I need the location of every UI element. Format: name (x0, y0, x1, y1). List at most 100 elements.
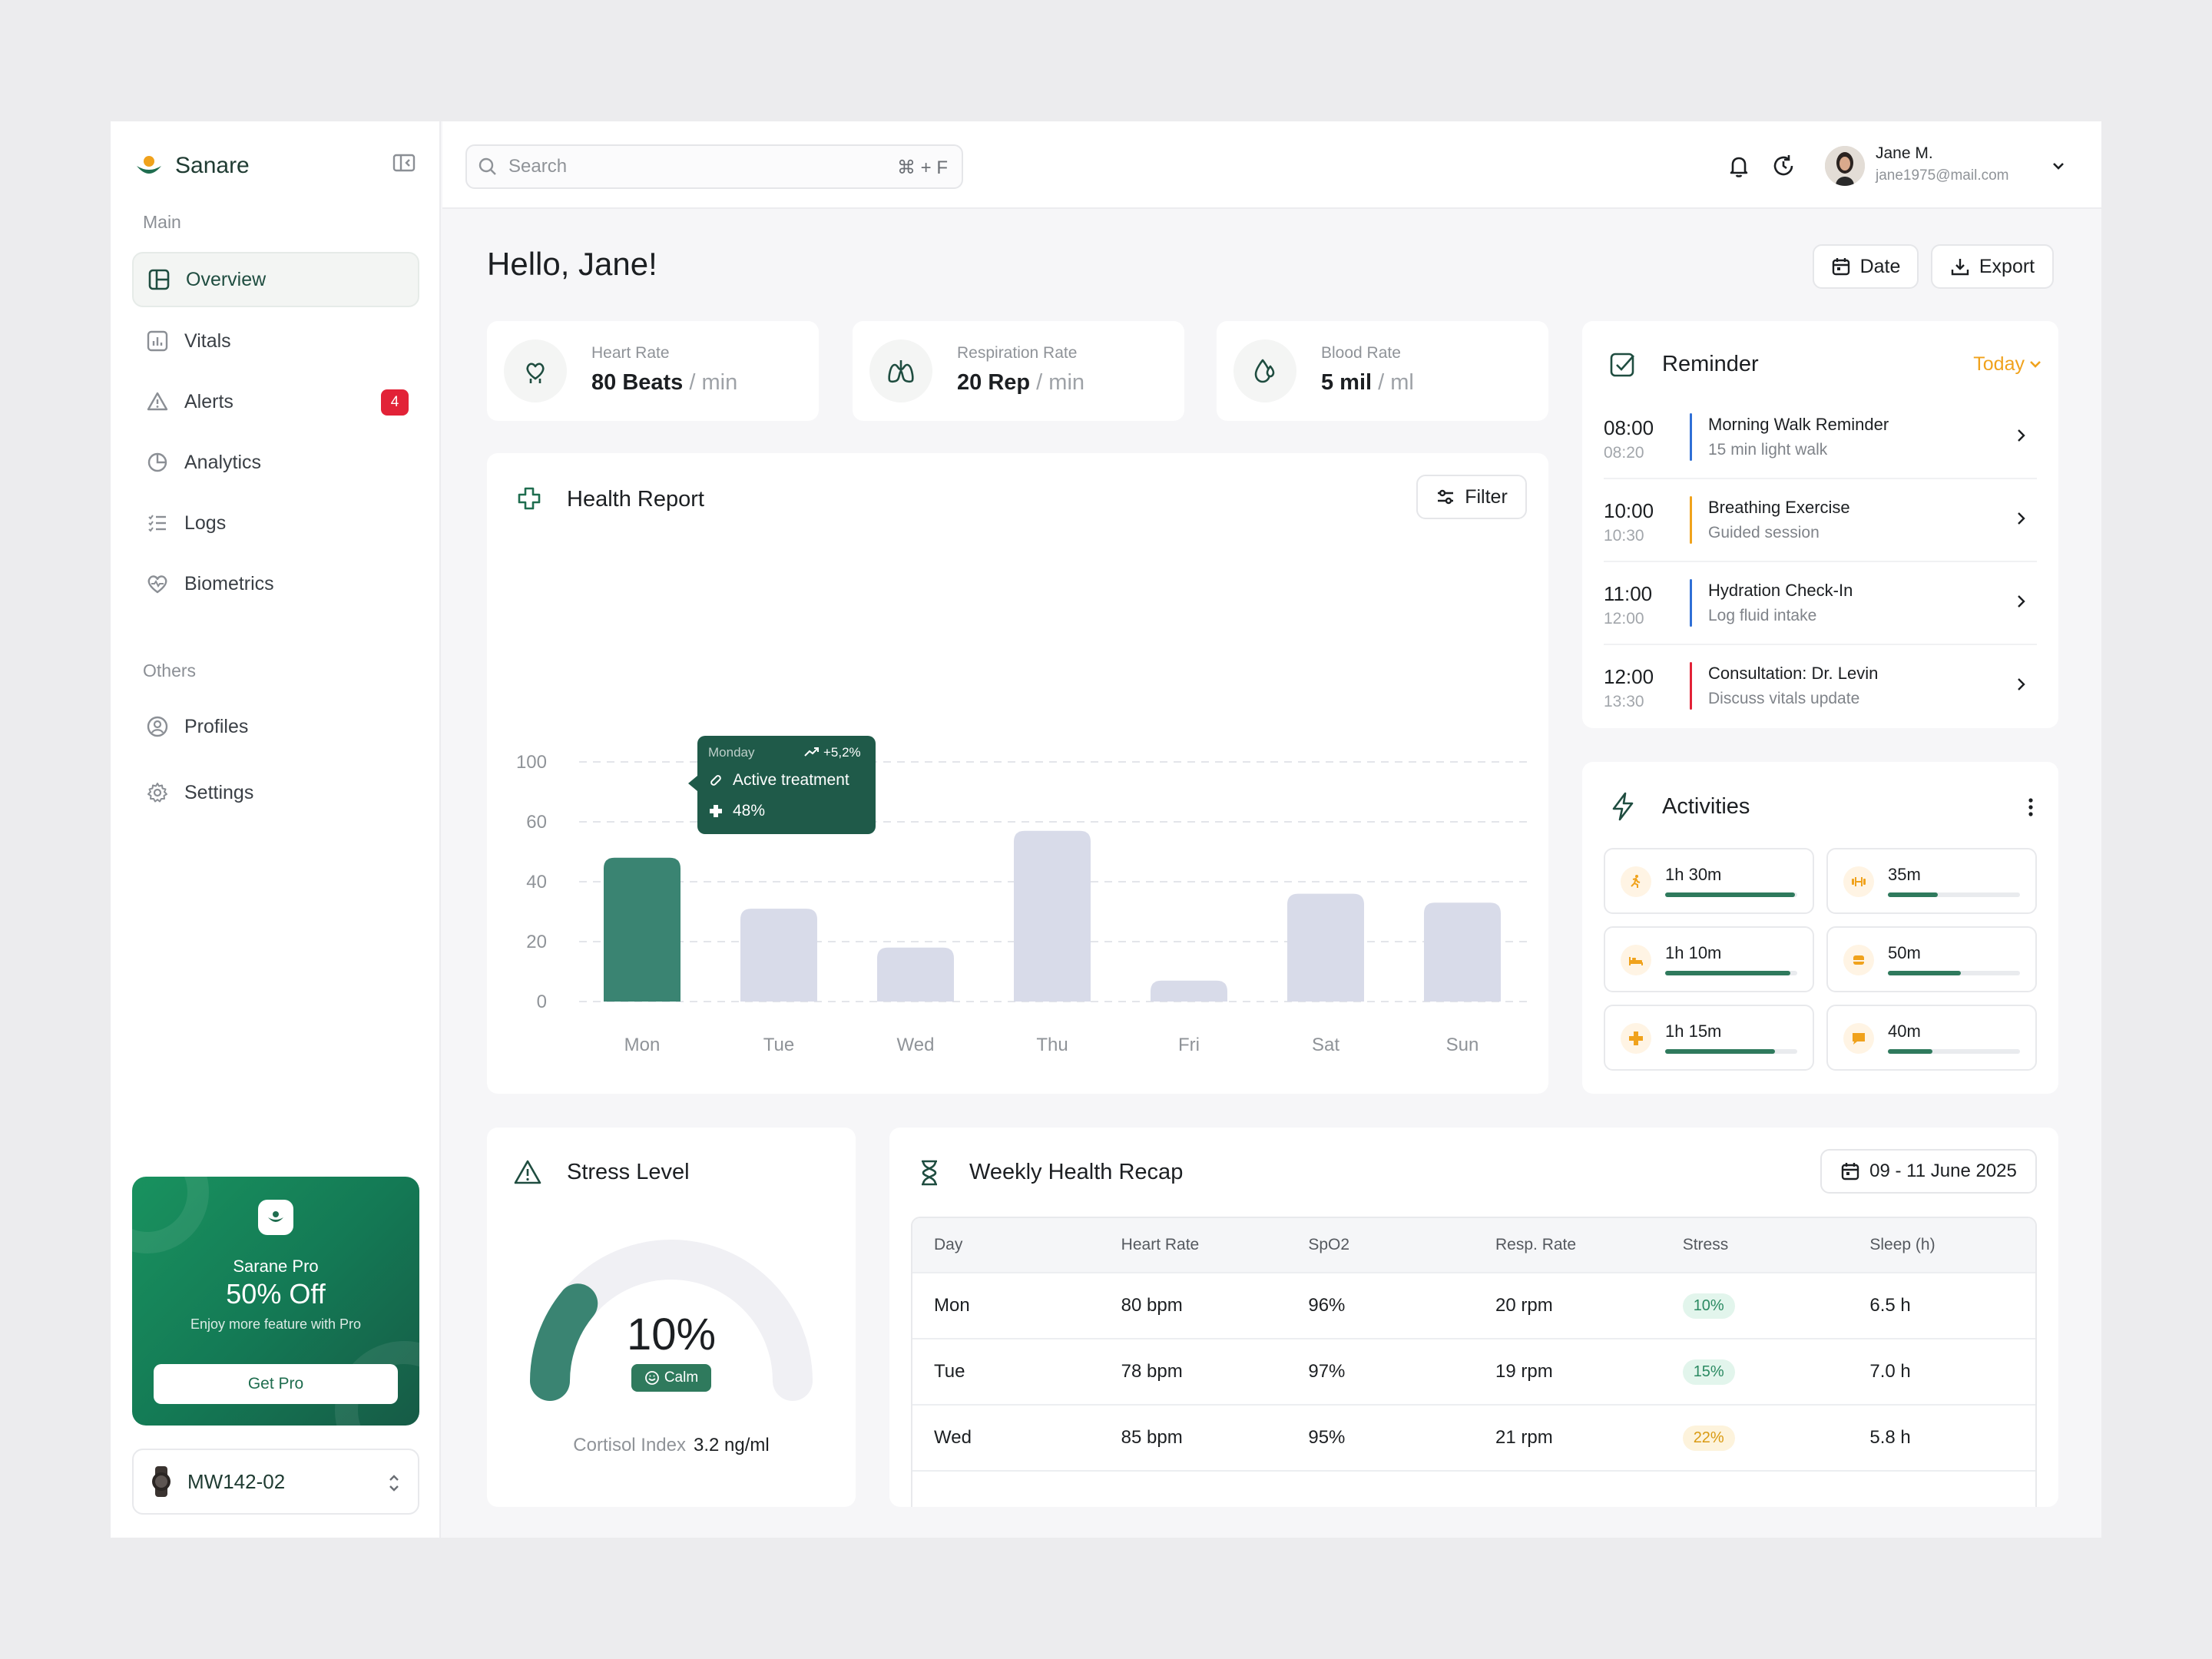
sidebar-item-biometrics[interactable]: Biometrics (132, 556, 419, 611)
chart-bar[interactable] (740, 909, 817, 1002)
page-title: Hello, Jane! (487, 246, 657, 282)
sidebar-item-settings[interactable]: Settings (132, 765, 419, 820)
x-tick-label: Fri (1178, 1035, 1200, 1055)
warning-icon (514, 1160, 541, 1184)
activity-item[interactable]: 35m (1826, 848, 2037, 914)
sidebar-item-logs[interactable]: Logs (132, 495, 419, 551)
food-icon (1843, 945, 1874, 975)
sidebar-item-vitals[interactable]: Vitals (132, 313, 419, 369)
chevron-down-icon[interactable] (2046, 154, 2071, 178)
reminder-item[interactable]: 11:00 12:00 Hydration Check-In Log fluid in… (1604, 571, 2037, 645)
device-selector[interactable]: MW142-02 (132, 1449, 419, 1515)
table-row[interactable]: Wed 85 bpm 95% 21 rpm 22% 5.8 h (912, 1404, 2035, 1470)
reminder-subtitle: Discuss vitals update (1708, 690, 1860, 707)
chevron-up-down-icon (389, 1475, 399, 1492)
more-options-icon[interactable] (2026, 796, 2035, 819)
chart-bar[interactable] (604, 857, 680, 1002)
sidebar-item-profiles[interactable]: Profiles (132, 699, 419, 754)
hourglass-icon (922, 1160, 937, 1186)
chart-plot-group: 0 20 40 60 100 Mon Tue Wed Thu Fri Sat Sun (516, 752, 1528, 1055)
brand[interactable]: Sanare (134, 144, 250, 187)
activity-duration: 40m (1888, 1022, 1921, 1041)
chevron-right-icon[interactable] (2011, 426, 2031, 445)
chevron-right-icon[interactable] (2011, 591, 2031, 611)
table-cell: Tue (934, 1361, 965, 1382)
sidebar-item-label: Logs (184, 512, 227, 534)
device-name: MW142-02 (187, 1469, 286, 1493)
table-row[interactable]: Tue 78 bpm 97% 19 rpm 15% 7.0 h (912, 1338, 2035, 1404)
export-button[interactable]: Export (1931, 244, 2054, 289)
stat-value: 5 mil / ml (1321, 370, 1414, 396)
collapse-sidebar-icon[interactable] (390, 149, 418, 177)
stat-number: 20 Rep (957, 370, 1031, 395)
table-cell: 5.8 h (1869, 1427, 1911, 1448)
sidebar-item-label: Alerts (184, 390, 233, 412)
get-pro-button[interactable]: Get Pro (154, 1364, 398, 1404)
sidebar-item-label: Vitals (184, 329, 231, 352)
table-cell: 80 bpm (1121, 1295, 1183, 1316)
reminder-color-bar (1690, 662, 1692, 710)
chevron-right-icon[interactable] (2011, 508, 2031, 528)
reminder-period-select[interactable]: Today (1973, 353, 2025, 376)
activity-item[interactable]: 1h 15m (1604, 1005, 1814, 1071)
activity-progress-track (1888, 1049, 2020, 1054)
x-tick-label: Tue (763, 1035, 794, 1055)
reminder-item[interactable]: 12:00 13:30 Consultation: Dr. Levin Discuss… (1604, 654, 2037, 728)
weekly-recap-card: Weekly Health Recap 09 - 11 June 2025 Da… (889, 1128, 2058, 1507)
sidebar: Sanare Main Overview Vitals Alerts 4 Ana… (111, 121, 441, 1538)
heart-hand-icon (504, 339, 567, 402)
date-range-picker[interactable]: 09 - 11 June 2025 (1820, 1149, 2037, 1194)
activity-item[interactable]: 50m (1826, 926, 2037, 992)
chart-bar[interactable] (1424, 902, 1501, 1002)
chart-bar[interactable] (1287, 893, 1364, 1002)
table-cell: Wed (934, 1427, 972, 1448)
activity-item[interactable]: 40m (1826, 1005, 2037, 1071)
table-header-cell: SpO2 (1308, 1236, 1350, 1253)
date-range-label: 09 - 11 June 2025 (1869, 1161, 2017, 1181)
table-header-cell: Sleep (h) (1869, 1236, 1936, 1253)
reminder-end-time: 12:00 (1604, 610, 1644, 628)
stat-number: 80 Beats (591, 370, 684, 395)
sidebar-item-alerts[interactable]: Alerts 4 (132, 374, 419, 429)
activity-duration: 1h 10m (1665, 943, 1722, 962)
dumbbell-icon (1843, 866, 1874, 897)
stat-value: 80 Beats / min (591, 370, 737, 396)
chart-bar[interactable] (1014, 830, 1091, 1002)
x-tick-label: Mon (624, 1035, 661, 1055)
activity-item[interactable]: 1h 10m (1604, 926, 1814, 992)
chevron-right-icon[interactable] (2011, 674, 2031, 694)
sidebar-item-label: Analytics (184, 451, 262, 473)
sidebar-item-analytics[interactable]: Analytics (132, 435, 419, 490)
search-input[interactable] (508, 156, 846, 177)
activities-card: Activities 1h 30m 35m 1h 10m 50m 1h 15m 40m (1582, 762, 2058, 1094)
list-icon (144, 510, 171, 536)
user-email: jane1975@mail.com (1876, 167, 2009, 184)
table-row[interactable]: Mon 80 bpm 96% 20 rpm 10% 6.5 h (912, 1272, 2035, 1338)
reminder-time: 11:00 (1604, 582, 1653, 605)
avatar[interactable] (1825, 146, 1865, 186)
chevron-down-icon[interactable] (2026, 355, 2045, 373)
layout-icon (146, 267, 172, 293)
app-window: Sanare Main Overview Vitals Alerts 4 Ana… (111, 121, 2101, 1538)
table-cell: 10% (1661, 1293, 1849, 1319)
reminder-time: 10:00 (1604, 499, 1654, 522)
reminder-subtitle: Log fluid intake (1708, 607, 1817, 624)
activity-progress-track (1665, 971, 1797, 975)
reminder-item[interactable]: 08:00 08:20 Morning Walk Reminder 15 min li… (1604, 406, 2037, 479)
chart-bar[interactable] (877, 947, 954, 1002)
search-bar[interactable]: ⌘ + F (465, 144, 963, 189)
activity-progress-track (1888, 892, 2020, 897)
history-icon[interactable] (1768, 151, 1799, 181)
activity-item[interactable]: 1h 30m (1604, 848, 1814, 914)
stat-unit: / min (683, 370, 738, 395)
sidebar-item-overview[interactable]: Overview (132, 252, 419, 307)
reminder-item[interactable]: 10:00 10:30 Breathing Exercise Guided sessi… (1604, 488, 2037, 562)
heart-pulse-icon (144, 571, 171, 597)
reminder-title: Consultation: Dr. Levin (1708, 664, 1879, 683)
stat-card-blood-rate: Blood Rate 5 mil / ml (1217, 321, 1548, 421)
bell-icon[interactable] (1724, 151, 1754, 181)
stat-card-respiration-rate: Respiration Rate 20 Rep / min (853, 321, 1184, 421)
date-button[interactable]: Date (1813, 244, 1919, 289)
chart-bar[interactable] (1151, 980, 1227, 1002)
reminder-title: Reminder (1662, 352, 1759, 376)
